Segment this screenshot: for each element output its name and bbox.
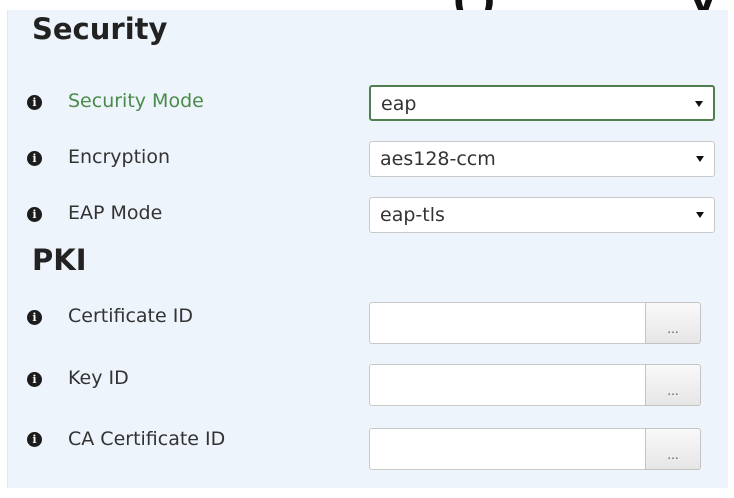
row-eap-mode: i EAP Mode eap-tls [0, 195, 734, 237]
row-encryption: i Encryption aes128-ccm [0, 139, 734, 181]
info-icon[interactable]: i [27, 95, 42, 110]
eap-mode-label: EAP Mode [68, 202, 163, 224]
security-mode-value: eap [381, 93, 417, 115]
ca-certificate-id-browse-button[interactable]: ... [645, 428, 701, 470]
row-key-id: i Key ID ... [0, 364, 734, 406]
info-icon[interactable]: i [27, 372, 42, 387]
encryption-value: aes128-ccm [380, 148, 496, 170]
key-id-browse-button[interactable]: ... [645, 364, 701, 406]
row-ca-certificate-id: i CA Certificate ID ... [0, 428, 734, 470]
encryption-select[interactable]: aes128-ccm [369, 141, 715, 177]
caret-down-icon [696, 156, 704, 162]
settings-panel [7, 10, 728, 488]
key-id-label: Key ID [68, 367, 129, 389]
caret-down-icon [696, 212, 704, 218]
row-certificate-id: i Certificate ID ... [0, 302, 734, 344]
security-mode-select[interactable]: eap [369, 85, 715, 121]
section-title-pki: PKI [32, 243, 87, 277]
row-security-mode: i Security Mode eap [0, 83, 734, 125]
info-icon[interactable]: i [27, 207, 42, 222]
security-mode-label: Security Mode [68, 90, 204, 112]
caret-down-icon [695, 101, 703, 107]
certificate-id-label: Certificate ID [68, 305, 193, 327]
ca-certificate-id-input[interactable] [369, 428, 645, 470]
ca-certificate-id-label: CA Certificate ID [68, 428, 226, 450]
info-icon[interactable]: i [27, 432, 42, 447]
eap-mode-value: eap-tls [380, 204, 445, 226]
info-icon[interactable]: i [27, 151, 42, 166]
key-id-input[interactable] [369, 364, 645, 406]
certificate-id-input[interactable] [369, 302, 645, 344]
section-title-security: Security [32, 12, 168, 46]
certificate-id-browse-button[interactable]: ... [645, 302, 701, 344]
encryption-label: Encryption [68, 146, 171, 168]
info-icon[interactable]: i [27, 310, 42, 325]
eap-mode-select[interactable]: eap-tls [369, 197, 715, 233]
